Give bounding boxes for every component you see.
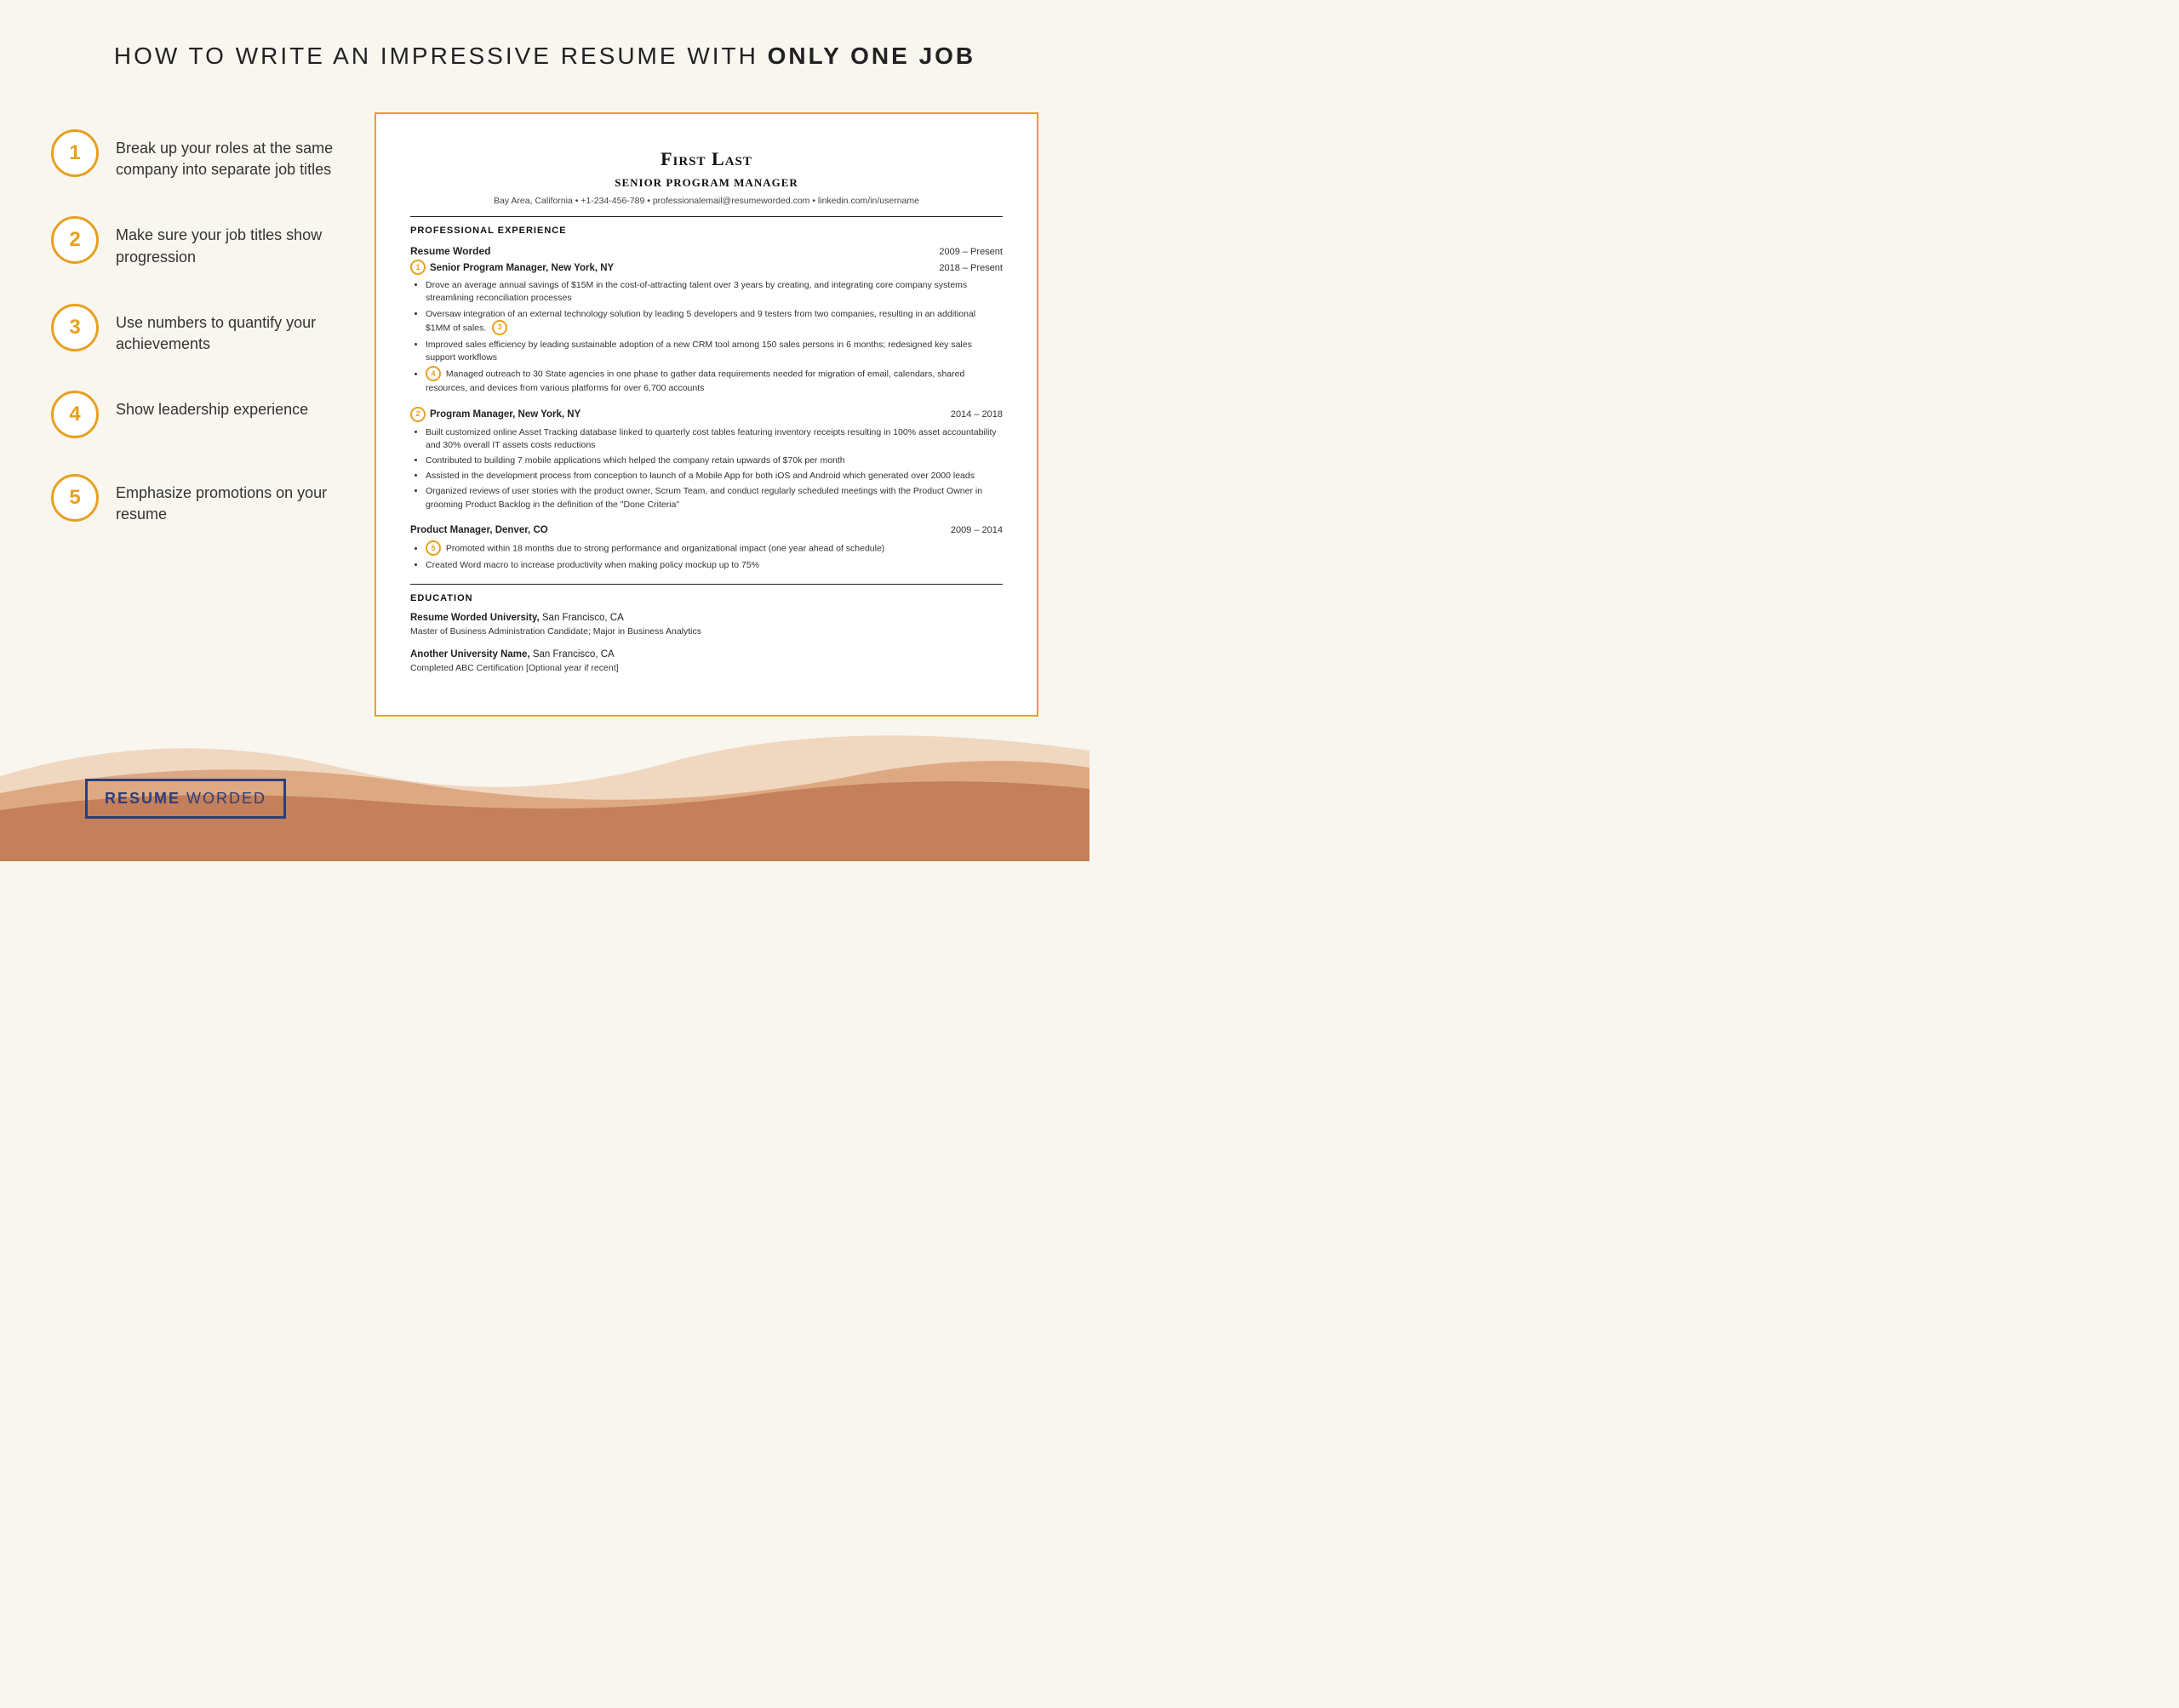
brand-plain: WORDED <box>180 790 266 807</box>
badge-2: 2 <box>410 407 426 422</box>
logo-container: RESUME WORDED <box>85 745 286 819</box>
section-experience-title: PROFESSIONAL EXPERIENCE <box>410 224 1003 238</box>
brand-logo-text: RESUME WORDED <box>105 790 266 807</box>
tip-item-4: 4 Show leadership experience <box>51 391 340 438</box>
edu-block-2: Another University Name, San Francisco, … <box>410 648 1003 676</box>
badge-5: 5 <box>426 540 441 556</box>
role-dates-2: 2014 – 2018 <box>951 408 1003 422</box>
bullet-list-3: 5 Promoted within 18 months due to stron… <box>426 541 1003 572</box>
role-title-with-badge: 1 Senior Program Manager, New York, NY <box>410 260 614 276</box>
tip-text-3: Use numbers to quantify your achievement… <box>116 304 340 355</box>
job-header-1: Resume Worded 2009 – Present <box>410 243 1003 260</box>
bullet-1-3: Improved sales efficiency by leading sus… <box>426 339 1003 364</box>
bullet-list-1: Drove an average annual savings of $15M … <box>426 279 1003 395</box>
left-panel: 1 Break up your roles at the same compan… <box>51 112 340 717</box>
bullet-3-1: 5 Promoted within 18 months due to stron… <box>426 541 1003 557</box>
page-title: HOW TO WRITE AN IMPRESSIVE RESUME WITH O… <box>51 43 1038 70</box>
tip-circle-5: 5 <box>51 474 99 522</box>
bullet-2-1: Built customized online Asset Tracking d… <box>426 426 1003 452</box>
badge-1: 1 <box>410 260 426 275</box>
brand-bold: RESUME <box>105 790 180 807</box>
tip-circle-4: 4 <box>51 391 99 438</box>
role-title-3: Product Manager, Denver, CO <box>410 523 548 538</box>
header: HOW TO WRITE AN IMPRESSIVE RESUME WITH O… <box>0 0 1090 95</box>
tip-item-3: 3 Use numbers to quantify your achieveme… <box>51 304 340 355</box>
badge-3: 3 <box>492 320 507 335</box>
tip-circle-1: 1 <box>51 129 99 177</box>
role-title-1: Senior Program Manager, New York, NY <box>430 261 614 276</box>
job-block-1: Resume Worded 2009 – Present 1 Senior Pr… <box>410 243 1003 396</box>
resume-contact: Bay Area, California • +1-234-456-789 • … <box>410 195 1003 209</box>
bullet-2-4: Organized reviews of user stories with t… <box>426 485 1003 511</box>
company-dates-1: 2009 – Present <box>939 245 1003 260</box>
role-title-with-badge-2: 2 Program Manager, New York, NY <box>410 408 580 423</box>
resume-name: First Last <box>410 145 1003 173</box>
job-block-3: Product Manager, Denver, CO 2009 – 2014 … <box>410 523 1003 572</box>
bullet-2-3: Assisted in the development process from… <box>426 470 1003 483</box>
edu-block-1: Resume Worded University, San Francisco,… <box>410 611 1003 639</box>
bullet-1-4: 4 Managed outreach to 30 State agencies … <box>426 367 1003 395</box>
title-plain: HOW TO WRITE AN IMPRESSIVE RESUME WITH <box>114 43 768 69</box>
tip-text-1: Break up your roles at the same company … <box>116 129 340 180</box>
bullet-3-2: Created Word macro to increase productiv… <box>426 559 1003 572</box>
role-header-1: 1 Senior Program Manager, New York, NY 2… <box>410 260 1003 276</box>
tip-item-1: 1 Break up your roles at the same compan… <box>51 129 340 180</box>
divider-education <box>410 584 1003 585</box>
bullet-1-2: Oversaw integration of an external techn… <box>426 308 1003 336</box>
role-header-3: Product Manager, Denver, CO 2009 – 2014 <box>410 523 1003 538</box>
resume-title: Senior Program Manager <box>410 174 1003 191</box>
bottom-decoration: RESUME WORDED <box>0 708 1090 861</box>
tip-item-5: 5 Emphasize promotions on your resume <box>51 474 340 525</box>
tip-item-2: 2 Make sure your job titles show progres… <box>51 216 340 267</box>
role-header-2: 2 Program Manager, New York, NY 2014 – 2… <box>410 408 1003 423</box>
role-dates-1: 2018 – Present <box>939 261 1003 276</box>
tip-text-4: Show leadership experience <box>116 391 308 420</box>
tip-circle-2: 2 <box>51 216 99 264</box>
bullet-list-2: Built customized online Asset Tracking d… <box>426 426 1003 511</box>
title-bold: ONLY ONE JOB <box>768 43 976 69</box>
job-block-2: 2 Program Manager, New York, NY 2014 – 2… <box>410 408 1003 511</box>
edu-name-2: Another University Name, San Francisco, … <box>410 648 1003 662</box>
tip-text-2: Make sure your job titles show progressi… <box>116 216 340 267</box>
badge-4: 4 <box>426 366 441 381</box>
divider-experience <box>410 216 1003 217</box>
section-education-title: EDUCATION <box>410 591 1003 606</box>
role-title-2: Program Manager, New York, NY <box>430 408 580 422</box>
brand-logo[interactable]: RESUME WORDED <box>85 779 286 819</box>
tip-text-5: Emphasize promotions on your resume <box>116 474 340 525</box>
bullet-2-2: Contributed to building 7 mobile applica… <box>426 454 1003 467</box>
edu-desc-1: Master of Business Administration Candid… <box>410 626 1003 639</box>
edu-name-1: Resume Worded University, San Francisco,… <box>410 611 1003 626</box>
bullet-1-1: Drove an average annual savings of $15M … <box>426 279 1003 305</box>
company-name-1: Resume Worded <box>410 243 490 259</box>
role-dates-3: 2009 – 2014 <box>951 523 1003 538</box>
page-wrapper: HOW TO WRITE AN IMPRESSIVE RESUME WITH O… <box>0 0 1090 861</box>
resume-panel: First Last Senior Program Manager Bay Ar… <box>375 112 1038 717</box>
edu-desc-2: Completed ABC Certification [Optional ye… <box>410 662 1003 676</box>
main-content: 1 Break up your roles at the same compan… <box>0 95 1090 717</box>
tip-circle-3: 3 <box>51 304 99 351</box>
